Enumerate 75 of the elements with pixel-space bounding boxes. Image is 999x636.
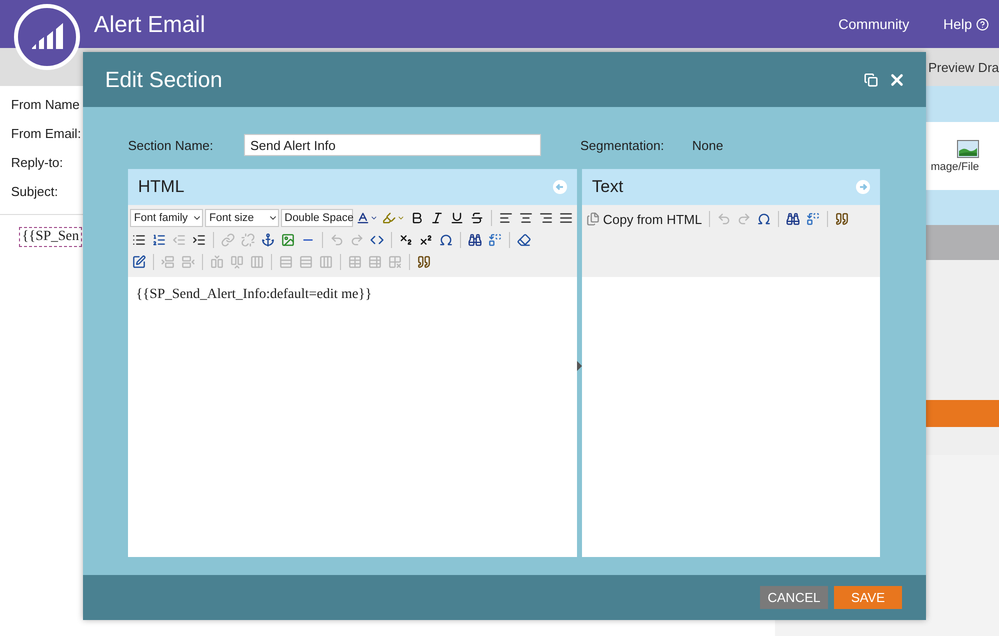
field-label: Segmentation:: [580, 138, 664, 152]
content-token: {{SP_Sen: [19, 227, 82, 247]
binoculars-icon: [786, 212, 800, 226]
binoculars-icon: [468, 233, 482, 247]
cancel-button[interactable]: CANCEL: [760, 586, 828, 609]
subscript-icon: [399, 233, 413, 247]
caret-icon: [370, 214, 378, 222]
dropdown[interactable]: Font family: [130, 209, 204, 227]
strikethrough-icon: [470, 211, 484, 225]
align-center-icon: [518, 211, 533, 225]
table-icon: [348, 255, 362, 269]
unlink-icon: [241, 233, 255, 247]
link-icon: [221, 233, 235, 247]
overlapping-squares-icon[interactable]: [864, 72, 878, 86]
dropdown[interactable]: Double Space: [280, 209, 352, 227]
image-icon: [281, 233, 295, 247]
eraser-icon: [517, 233, 531, 247]
image-icon[interactable]: [957, 140, 979, 158]
table-icon: [368, 255, 382, 269]
replace-icon: [806, 212, 820, 226]
page-title: Alert Email: [94, 10, 206, 38]
field-label: From Email:: [11, 125, 82, 143]
field-label: Subject:: [11, 183, 58, 201]
align-right-icon: [538, 211, 553, 225]
dialog-title: Edit Section: [105, 66, 224, 92]
delete-table-icon: [388, 255, 402, 269]
preview-button[interactable]: Preview Dra: [928, 60, 999, 74]
field-label: Section Name:: [128, 138, 214, 152]
undo-icon: [716, 212, 731, 226]
highlighter-icon: [382, 211, 396, 225]
anchor-icon: [261, 233, 275, 247]
panel-title: Text: [592, 177, 624, 197]
copy-icon: [586, 212, 600, 226]
font-color-icon: [356, 211, 370, 225]
outdent-icon: [172, 233, 186, 247]
redo-icon: [350, 233, 364, 247]
align-justify-icon: [558, 211, 573, 225]
edit-icon: [132, 255, 146, 269]
replace-icon: [488, 233, 502, 247]
insert-image-label[interactable]: mage/File: [930, 160, 979, 172]
help-icon: [976, 18, 989, 30]
panel-title: HTML: [138, 177, 184, 197]
indent-icon: [192, 233, 206, 247]
caret-icon: [397, 214, 405, 222]
segmentation-value: None: [692, 138, 724, 152]
insert-column-icon: [230, 255, 244, 269]
undo-icon: [330, 233, 344, 247]
copy-from-html-button[interactable]: Copy from HTML: [584, 209, 704, 229]
quote-icon: [417, 255, 431, 269]
section-name-field[interactable]: Send Alert Info: [244, 134, 542, 156]
dropdown[interactable]: Font size: [205, 209, 278, 227]
columns-icon: [250, 255, 264, 269]
insert-row-icon: [161, 255, 175, 269]
columns-icon: [319, 255, 333, 269]
omega-icon: [439, 233, 453, 247]
header-link[interactable]: Help: [943, 16, 989, 32]
insert-column-icon: [210, 255, 224, 269]
bold-icon: [410, 211, 424, 225]
underline-icon: [450, 211, 464, 225]
header-link[interactable]: Community: [838, 16, 910, 32]
quote-icon: [834, 212, 849, 226]
rows-icon: [279, 255, 293, 269]
bullet-list-icon: [132, 233, 146, 247]
field-label: Reply-to:: [11, 154, 64, 172]
redo-icon: [736, 212, 751, 226]
align-left-icon: [498, 211, 513, 225]
italic-icon: [430, 211, 444, 225]
numbered-list-icon: [152, 233, 166, 247]
superscript-icon: [419, 233, 433, 247]
field-label: From Name: [11, 96, 80, 114]
code-icon: [370, 233, 384, 247]
editor-text[interactable]: {{SP_Send_Alert_Info:default=edit me}}: [136, 287, 372, 302]
rows-icon: [299, 255, 313, 269]
insert-row-icon: [181, 255, 195, 269]
omega-icon: [756, 212, 771, 226]
